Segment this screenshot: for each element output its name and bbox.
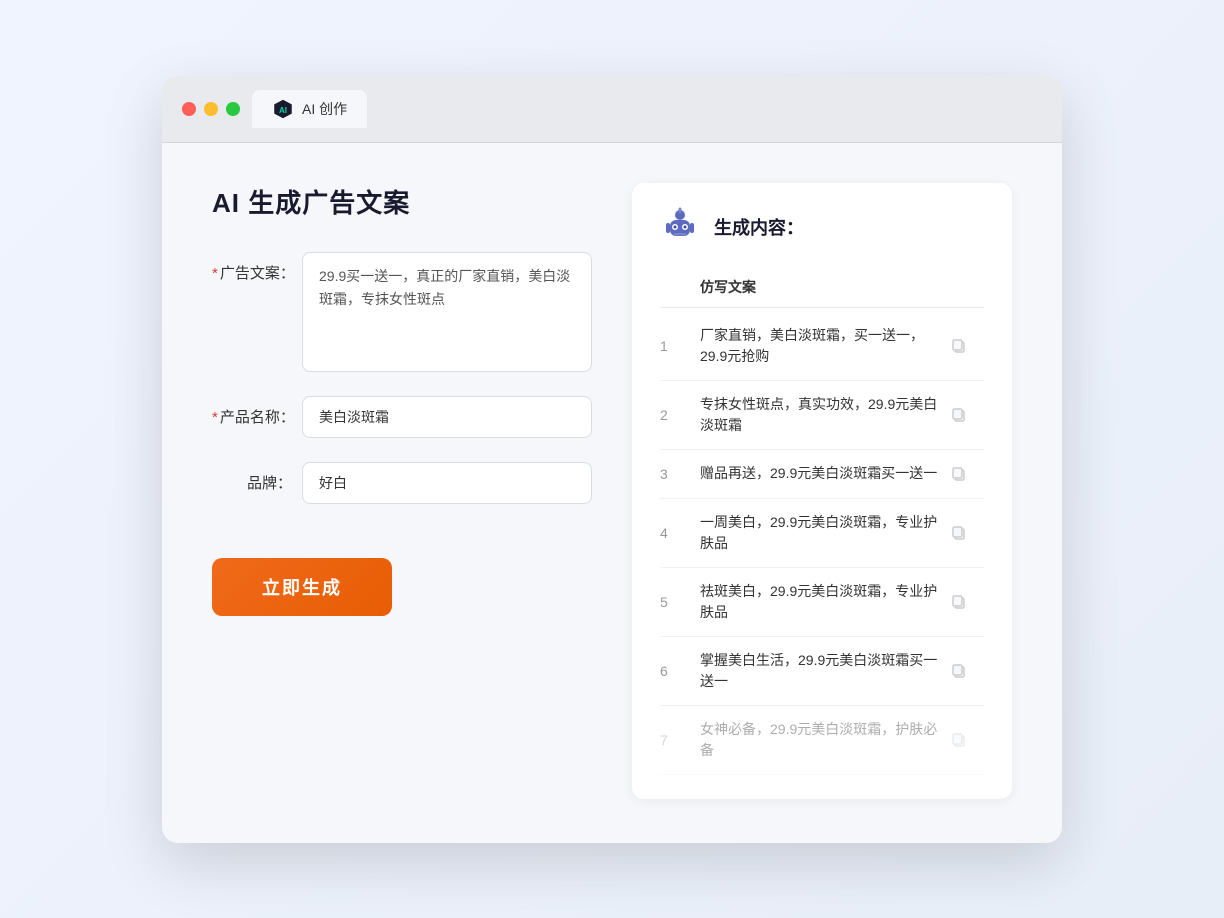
required-star-product: *: [212, 409, 218, 426]
ad-copy-group: *广告文案：: [212, 252, 592, 372]
titlebar: AI AI 创作: [162, 76, 1062, 143]
row-number: 4: [660, 525, 700, 541]
row-number: 3: [660, 466, 700, 482]
row-text: 厂家直销，美白淡斑霜，买一送一，29.9元抢购: [700, 325, 948, 367]
robot-icon: [660, 207, 700, 247]
copy-icon[interactable]: [948, 591, 970, 613]
results-list: 1 厂家直销，美白淡斑霜，买一送一，29.9元抢购 2 专抹女性斑点，真实功效，…: [660, 312, 984, 775]
brand-label: 品牌：: [212, 462, 292, 493]
row-text: 专抹女性斑点，真实功效，29.9元美白淡斑霜: [700, 394, 948, 436]
row-text: 掌握美白生活，29.9元美白淡斑霜买一送一: [700, 650, 948, 692]
page-title: AI 生成广告文案: [212, 183, 592, 220]
row-number: 2: [660, 407, 700, 423]
table-row: 1 厂家直销，美白淡斑霜，买一送一，29.9元抢购: [660, 312, 984, 381]
table-row: 6 掌握美白生活，29.9元美白淡斑霜买一送一: [660, 637, 984, 706]
browser-content: AI 生成广告文案 *广告文案： *产品名称： 品: [162, 143, 1062, 843]
ad-copy-input[interactable]: [302, 252, 592, 372]
row-text: 赠品再送，29.9元美白淡斑霜买一送一: [700, 463, 948, 484]
row-text: 祛斑美白，29.9元美白淡斑霜，专业护肤品: [700, 581, 948, 623]
brand-group: 品牌：: [212, 462, 592, 504]
row-number: 5: [660, 594, 700, 610]
row-number: 1: [660, 338, 700, 354]
table-row: 2 专抹女性斑点，真实功效，29.9元美白淡斑霜: [660, 381, 984, 450]
required-star-ad: *: [212, 265, 218, 282]
table-row: 3 赠品再送，29.9元美白淡斑霜买一送一: [660, 450, 984, 499]
product-name-input[interactable]: [302, 396, 592, 438]
copy-icon[interactable]: [948, 463, 970, 485]
right-panel: 生成内容： 仿写文案 1 厂家直销，美白淡斑霜，买一送一，29.9元抢购 2 专…: [632, 183, 1012, 799]
copy-icon[interactable]: [948, 729, 970, 751]
table-header-row: 仿写文案: [660, 267, 984, 308]
product-name-group: *产品名称：: [212, 396, 592, 438]
product-name-label: *产品名称：: [212, 396, 292, 427]
col-text-header: 仿写文案: [700, 277, 948, 297]
maximize-button[interactable]: [226, 102, 240, 116]
result-title: 生成内容：: [714, 214, 804, 240]
ad-copy-label: *广告文案：: [212, 252, 292, 283]
col-num-header: [660, 277, 700, 297]
copy-icon[interactable]: [948, 660, 970, 682]
ai-logo-icon: AI: [272, 98, 294, 120]
result-header: 生成内容：: [660, 207, 984, 247]
active-tab[interactable]: AI AI 创作: [252, 90, 367, 128]
window-controls: [182, 102, 240, 116]
browser-window: AI AI 创作 AI 生成广告文案 *广告文案： *产品: [162, 76, 1062, 843]
table-row: 5 祛斑美白，29.9元美白淡斑霜，专业护肤品: [660, 568, 984, 637]
row-number: 7: [660, 732, 700, 748]
copy-icon[interactable]: [948, 522, 970, 544]
row-text: 一周美白，29.9元美白淡斑霜，专业护肤品: [700, 512, 948, 554]
copy-icon[interactable]: [948, 335, 970, 357]
copy-icon[interactable]: [948, 404, 970, 426]
row-number: 6: [660, 663, 700, 679]
minimize-button[interactable]: [204, 102, 218, 116]
left-panel: AI 生成广告文案 *广告文案： *产品名称： 品: [212, 183, 592, 799]
generate-button[interactable]: 立即生成: [212, 558, 392, 616]
close-button[interactable]: [182, 102, 196, 116]
table-row: 4 一周美白，29.9元美白淡斑霜，专业护肤品: [660, 499, 984, 568]
row-text: 女神必备，29.9元美白淡斑霜，护肤必备: [700, 719, 948, 761]
brand-input[interactable]: [302, 462, 592, 504]
svg-text:AI: AI: [279, 106, 287, 115]
main-layout: AI 生成广告文案 *广告文案： *产品名称： 品: [212, 183, 1012, 799]
table-row: 7 女神必备，29.9元美白淡斑霜，护肤必备: [660, 706, 984, 775]
tab-label: AI 创作: [302, 99, 347, 119]
